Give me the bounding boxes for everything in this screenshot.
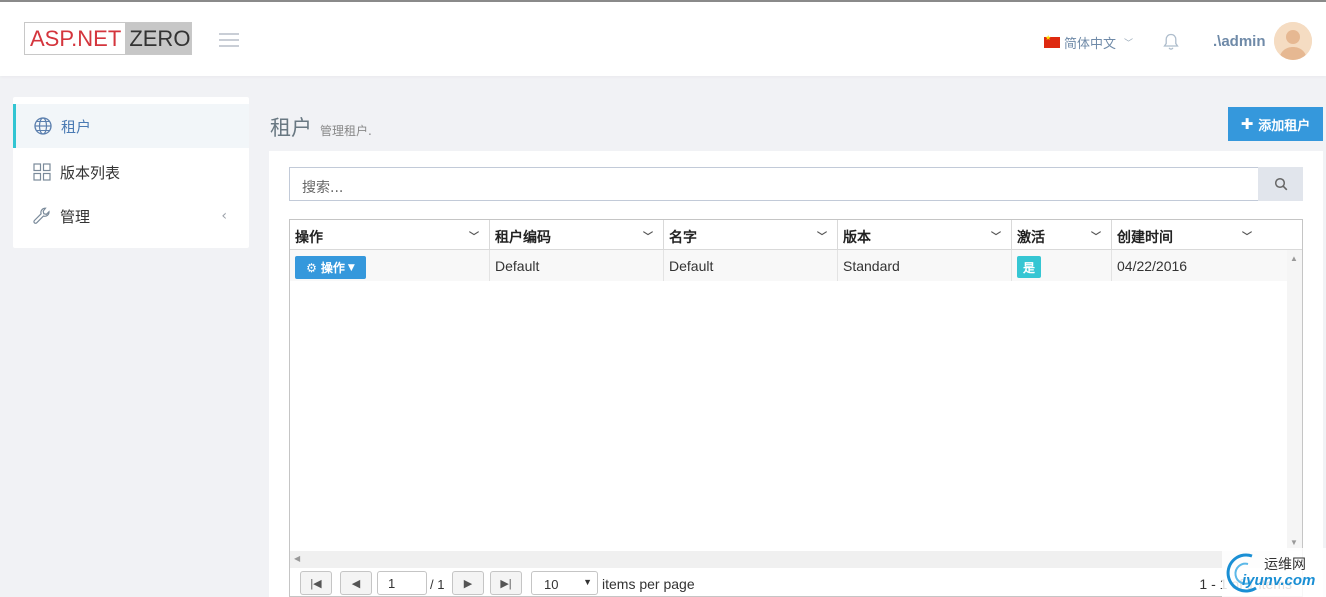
chevron-left-icon: ‹ [221,208,227,224]
watermark-cn-text: 运维网 [1264,557,1306,573]
plus-icon: ✚ [1240,115,1254,133]
status-badge: 是 [1017,256,1041,278]
cell-name: Default [664,250,838,281]
menu-toggle-icon[interactable] [219,33,239,47]
watermark-logo: 运维网 iyunv.com [1222,548,1326,597]
language-switcher[interactable]: 简体中文 ﹀ [1044,33,1133,52]
bell-icon[interactable] [1163,33,1179,51]
column-title: 版本 [843,230,871,246]
sidebar-item-tenants[interactable]: 租户 [13,104,249,148]
add-tenant-label: 添加租户 [1258,118,1311,134]
caret-down-icon: ▼ [583,577,592,587]
search-placeholder: 搜索... [302,180,344,196]
globe-icon [34,117,52,135]
user-avatar[interactable] [1274,22,1312,60]
search-button[interactable] [1258,167,1303,201]
page-title: 租户 [270,116,312,140]
sidebar-item-label: 管理 [60,207,91,226]
items-per-page-label: items per page [602,576,695,592]
cell-tenancy-name: Default [490,250,664,281]
page-count: / 1 [430,577,445,592]
prev-page-button[interactable]: ◀ [340,571,372,595]
actions-label: 操作 [320,261,345,275]
next-page-button[interactable]: ▶ [452,571,484,595]
chevron-down-icon[interactable]: ﹀ [1242,228,1252,243]
last-page-button[interactable]: ▶| [490,571,522,595]
first-page-button[interactable]: |◀ [300,571,332,595]
wrench-icon [33,207,50,224]
column-header-actions[interactable]: 操作 ﹀ [290,220,490,250]
chevron-down-icon[interactable]: ﹀ [469,228,479,243]
page-number-input[interactable]: 1 [377,571,427,595]
horizontal-scrollbar[interactable]: ◀ [290,551,1287,568]
column-title: 激活 [1017,230,1045,246]
scroll-left-icon[interactable]: ◀ [294,554,300,563]
logo-text-right: ZERO [125,23,191,54]
column-title: 操作 [295,230,323,246]
page-title-bar: 租户 管理租户. [270,112,372,142]
scroll-down-icon[interactable]: ▼ [1290,538,1298,547]
chevron-down-icon[interactable]: ﹀ [817,228,827,243]
search-icon [1274,177,1287,191]
top-header: ASP.NET ZERO 简体中文 ﹀ .\admin [0,0,1326,76]
user-name[interactable]: .\admin [1213,33,1266,50]
chevron-down-icon[interactable]: ﹀ [643,228,653,243]
watermark-en-text: iyunv.com [1242,572,1316,589]
grid-header: 操作 ﹀ 租户编码 ﹀ 名字 ﹀ 版本 ﹀ 激活 ﹀ 创建时间 ﹀ [290,220,1302,250]
gear-icon: ⚙ [306,260,317,275]
column-header-edition[interactable]: 版本 ﹀ [838,220,1012,250]
cell-creation-time: 04/22/2016 [1117,258,1188,274]
caret-down-icon: ▼ [347,262,355,273]
vertical-scrollbar[interactable]: ▲ ▼ [1287,250,1302,551]
page-subtitle: 管理租户. [320,124,372,138]
sidebar-item-editions[interactable]: 版本列表 [13,150,249,194]
chevron-down-icon: ﹀ [1124,39,1134,49]
last-page-icon: ▶| [500,577,512,590]
actions-dropdown-button[interactable]: ⚙ 操作 ▼ [295,256,366,279]
language-label: 简体中文 [1064,37,1117,52]
sidebar-item-label: 版本列表 [60,163,121,182]
column-header-name[interactable]: 名字 ﹀ [664,220,838,250]
column-title: 名字 [669,230,697,246]
logo-text-left: ASP.NET [25,23,126,54]
content-portlet: 搜索... 操作 ﹀ 租户编码 ﹀ 名字 ﹀ 版本 ﹀ 激活 ﹀ 创建时间 ﹀ … [269,151,1323,597]
sidebar-item-administration[interactable]: 管理 ‹ [13,194,249,238]
app-logo[interactable]: ASP.NET ZERO [24,22,192,55]
add-tenant-button[interactable]: ✚ 添加租户 [1228,107,1323,141]
tenants-grid: 操作 ﹀ 租户编码 ﹀ 名字 ﹀ 版本 ﹀ 激活 ﹀ 创建时间 ﹀ ⚙ 操作 ▼… [289,219,1303,597]
pager: |◀ ◀ 1 / 1 ▶ ▶| 10 ▼ items per page 1 - … [290,568,1302,596]
page-size-select[interactable]: 10 ▼ [531,571,598,595]
next-page-icon: ▶ [463,577,473,590]
sidebar-item-label: 租户 [61,117,92,136]
column-header-active[interactable]: 激活 ﹀ [1012,220,1112,250]
column-title: 租户编码 [495,230,551,246]
page-size-value: 10 [544,577,559,592]
grid-icon [33,163,51,181]
chevron-down-icon[interactable]: ﹀ [1091,228,1101,243]
sidebar: 租户 版本列表 管理 ‹ [13,97,249,248]
column-header-creation-time[interactable]: 创建时间 ﹀ [1112,220,1262,250]
chevron-down-icon[interactable]: ﹀ [991,228,1001,243]
china-flag-icon [1044,34,1060,48]
cell-actions: ⚙ 操作 ▼ [290,250,490,281]
scroll-up-icon[interactable]: ▲ [1290,254,1298,263]
first-page-icon: |◀ [310,577,322,590]
column-header-tenancy-name[interactable]: 租户编码 ﹀ [490,220,664,250]
column-title: 创建时间 [1117,230,1173,246]
cell-active: 是 [1012,250,1112,281]
search-input[interactable]: 搜索... [289,167,1259,201]
prev-page-icon: ◀ [351,577,361,590]
cell-edition: Standard [838,250,1012,281]
table-row[interactable]: ⚙ 操作 ▼ Default Default Standard 是 04/22/… [290,250,1287,281]
